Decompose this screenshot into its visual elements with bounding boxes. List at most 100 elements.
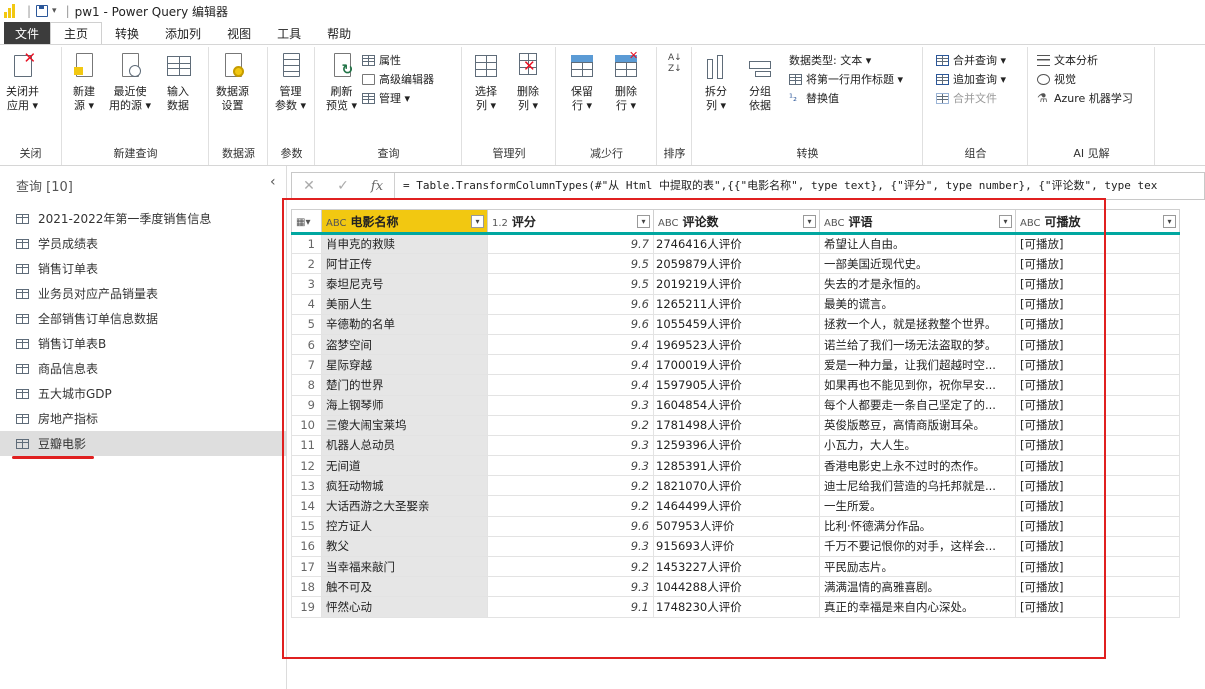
query-item[interactable]: 学员成绩表 bbox=[0, 231, 286, 256]
comment-cell[interactable]: 爱是一种力量，让我们超越时空... bbox=[819, 354, 1016, 376]
tab-view[interactable]: 视图 bbox=[214, 22, 264, 44]
tab-help[interactable]: 帮助 bbox=[314, 22, 364, 44]
replace-values-button[interactable]: ¹₂ 替换值 bbox=[789, 89, 839, 107]
review-count-cell[interactable]: 1259396人评价 bbox=[653, 434, 820, 457]
rating-cell[interactable]: 9.6 bbox=[487, 293, 654, 315]
column-filter-dropdown-icon[interactable]: ▾ bbox=[637, 215, 650, 228]
query-item[interactable]: 五大城市GDP bbox=[0, 381, 286, 406]
rating-cell[interactable]: 9.3 bbox=[487, 434, 654, 457]
cancel-formula-icon[interactable]: ✕ bbox=[292, 178, 326, 194]
accept-formula-icon[interactable]: ✓ bbox=[326, 178, 360, 194]
query-item[interactable]: 业务员对应产品销量表 bbox=[0, 281, 286, 306]
column-filter-dropdown-icon[interactable]: ▾ bbox=[471, 215, 484, 228]
column-type-icon[interactable]: ABC bbox=[658, 218, 679, 229]
review-count-cell[interactable]: 915693人评价 bbox=[653, 535, 820, 558]
column-header[interactable]: ABC 评论数 ▾ bbox=[653, 209, 820, 235]
column-filter-dropdown-icon[interactable]: ▾ bbox=[1163, 215, 1176, 228]
playable-cell[interactable]: [可播放] bbox=[1015, 535, 1180, 558]
rating-cell[interactable]: 9.2 bbox=[487, 475, 654, 497]
query-item[interactable]: 销售订单表B bbox=[0, 331, 286, 356]
playable-cell[interactable]: [可播放] bbox=[1015, 596, 1180, 618]
remove-rows-button[interactable]: ✕ 删除 行 ▾ bbox=[613, 49, 639, 113]
comment-cell[interactable]: 比利·怀德满分作品。 bbox=[819, 515, 1016, 537]
rating-cell[interactable]: 9.3 bbox=[487, 576, 654, 598]
movie-title-cell[interactable]: 阿甘正传 bbox=[321, 253, 488, 275]
comment-cell[interactable]: 如果再也不能见到你，祝你早安... bbox=[819, 374, 1016, 396]
quick-access-dropdown-icon[interactable]: ▾ bbox=[52, 6, 57, 16]
enter-data-button[interactable]: 输入 数据 bbox=[165, 51, 191, 113]
review-count-cell[interactable]: 1265211人评价 bbox=[653, 293, 820, 315]
comment-cell[interactable]: 拯救一个人，就是拯救整个世界。 bbox=[819, 313, 1016, 335]
comment-cell[interactable]: 失去的才是永恒的。 bbox=[819, 273, 1016, 295]
review-count-cell[interactable]: 507953人评价 bbox=[653, 515, 820, 537]
rating-cell[interactable]: 9.5 bbox=[487, 253, 654, 275]
playable-cell[interactable]: [可播放] bbox=[1015, 455, 1180, 477]
properties-button[interactable]: 属性 bbox=[362, 51, 401, 69]
playable-cell[interactable]: [可播放] bbox=[1015, 495, 1180, 517]
review-count-cell[interactable]: 1604854人评价 bbox=[653, 394, 820, 416]
review-count-cell[interactable]: 1464499人评价 bbox=[653, 495, 820, 517]
rating-cell[interactable]: 9.2 bbox=[487, 495, 654, 517]
movie-title-cell[interactable]: 怦然心动 bbox=[321, 596, 488, 618]
close-apply-button[interactable]: ✕ 关闭并 应用 ▾ bbox=[6, 51, 39, 113]
data-type-dropdown[interactable]: 数据类型: 文本 ▾ bbox=[789, 51, 871, 69]
movie-title-cell[interactable]: 教父 bbox=[321, 535, 488, 558]
append-queries-button[interactable]: 追加查询 ▾ bbox=[936, 70, 1006, 88]
combine-files-button[interactable]: 合并文件 bbox=[936, 89, 997, 107]
tab-file[interactable]: 文件 bbox=[4, 22, 51, 44]
query-item[interactable]: 商品信息表 bbox=[0, 356, 286, 381]
column-type-icon[interactable]: ABC bbox=[824, 218, 845, 229]
playable-cell[interactable]: [可播放] bbox=[1015, 273, 1180, 295]
advanced-editor-button[interactable]: 高级编辑器 bbox=[362, 70, 434, 88]
comment-cell[interactable]: 英俊版憨豆，高情商版谢耳朵。 bbox=[819, 414, 1016, 436]
movie-title-cell[interactable]: 辛德勒的名单 bbox=[321, 313, 488, 335]
tab-tools[interactable]: 工具 bbox=[264, 22, 314, 44]
keep-rows-button[interactable]: 保留 行 ▾ bbox=[569, 51, 595, 113]
movie-title-cell[interactable]: 盗梦空间 bbox=[321, 333, 488, 356]
comment-cell[interactable]: 香港电影史上永不过时的杰作。 bbox=[819, 455, 1016, 477]
movie-title-cell[interactable]: 当幸福来敲门 bbox=[321, 555, 488, 578]
group-by-button[interactable]: 分组 依据 bbox=[747, 51, 773, 113]
azure-ml-button[interactable]: ⚗ Azure 机器学习 bbox=[1037, 89, 1133, 107]
new-source-button[interactable]: 新建 源 ▾ bbox=[71, 51, 97, 113]
tab-transform[interactable]: 转换 bbox=[102, 22, 152, 44]
playable-cell[interactable]: [可播放] bbox=[1015, 576, 1180, 598]
review-count-cell[interactable]: 1700019人评价 bbox=[653, 354, 820, 376]
movie-title-cell[interactable]: 触不可及 bbox=[321, 576, 488, 598]
rating-cell[interactable]: 9.1 bbox=[487, 596, 654, 618]
playable-cell[interactable]: [可播放] bbox=[1015, 313, 1180, 335]
rating-cell[interactable]: 9.5 bbox=[487, 273, 654, 295]
column-type-icon[interactable]: ABC bbox=[1020, 218, 1041, 229]
comment-cell[interactable]: 满满温情的高雅喜剧。 bbox=[819, 576, 1016, 598]
save-icon[interactable] bbox=[36, 5, 49, 17]
comment-cell[interactable]: 希望让人自由。 bbox=[819, 232, 1016, 255]
comment-cell[interactable]: 千万不要记恨你的对手，这样会... bbox=[819, 535, 1016, 558]
movie-title-cell[interactable]: 大话西游之大圣娶亲 bbox=[321, 495, 488, 517]
review-count-cell[interactable]: 2746416人评价 bbox=[653, 232, 820, 255]
column-header[interactable]: 1.2 评分 ▾ bbox=[487, 209, 654, 235]
review-count-cell[interactable]: 1055459人评价 bbox=[653, 313, 820, 335]
movie-title-cell[interactable]: 三傻大闹宝莱坞 bbox=[321, 414, 488, 436]
merge-queries-button[interactable]: 合并查询 ▾ bbox=[936, 51, 1006, 69]
query-item[interactable]: 销售订单表 bbox=[0, 256, 286, 281]
column-header[interactable]: ABC 评语 ▾ bbox=[819, 209, 1016, 235]
playable-cell[interactable]: [可播放] bbox=[1015, 374, 1180, 396]
column-header[interactable]: ABC 电影名称 ▾ bbox=[321, 209, 488, 235]
text-analytics-button[interactable]: 文本分析 bbox=[1037, 51, 1098, 69]
rating-cell[interactable]: 9.3 bbox=[487, 535, 654, 558]
movie-title-cell[interactable]: 楚门的世界 bbox=[321, 374, 488, 396]
rating-cell[interactable]: 9.6 bbox=[487, 515, 654, 537]
playable-cell[interactable]: [可播放] bbox=[1015, 515, 1180, 537]
review-count-cell[interactable]: 1781498人评价 bbox=[653, 414, 820, 436]
rating-cell[interactable]: 9.7 bbox=[487, 232, 654, 255]
column-header[interactable]: ABC 可播放 ▾ bbox=[1015, 209, 1180, 235]
movie-title-cell[interactable]: 泰坦尼克号 bbox=[321, 273, 488, 295]
tab-home[interactable]: 主页 bbox=[50, 22, 103, 44]
column-type-icon[interactable]: ABC bbox=[326, 218, 347, 229]
rating-cell[interactable]: 9.2 bbox=[487, 555, 654, 578]
manage-button[interactable]: 管理 ▾ bbox=[362, 89, 410, 107]
movie-title-cell[interactable]: 肖申克的救赎 bbox=[321, 232, 488, 255]
rating-cell[interactable]: 9.4 bbox=[487, 333, 654, 356]
comment-cell[interactable]: 小瓦力，大人生。 bbox=[819, 434, 1016, 457]
review-count-cell[interactable]: 1044288人评价 bbox=[653, 576, 820, 598]
